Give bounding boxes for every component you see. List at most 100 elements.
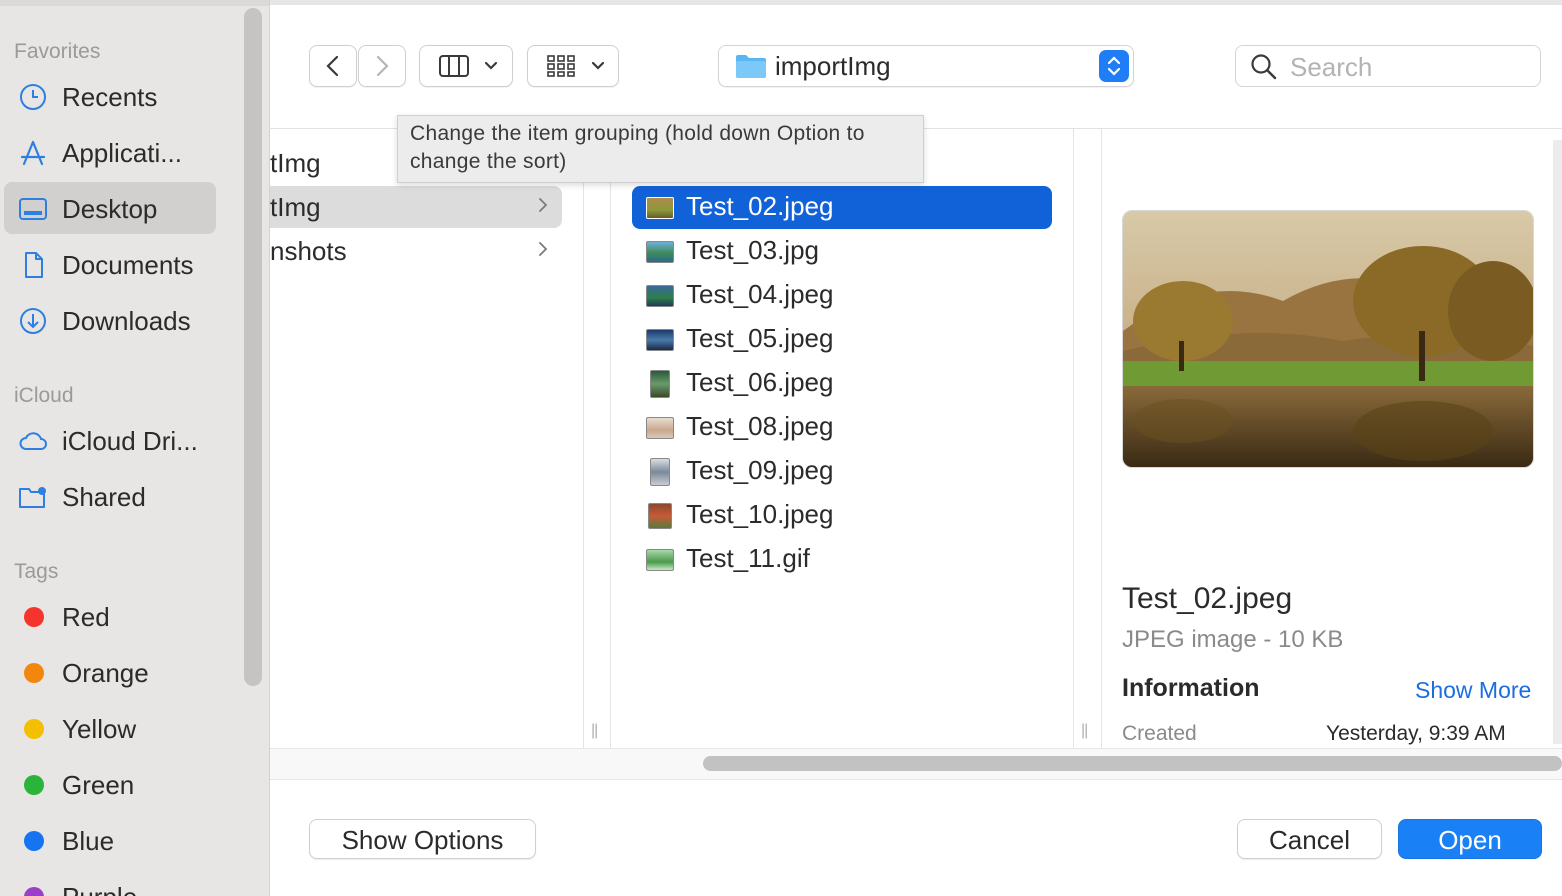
tag-dot-icon: [24, 887, 44, 896]
folder-icon: [736, 55, 766, 78]
desktop-icon: [19, 198, 47, 220]
column-divider: [583, 129, 584, 749]
tooltip-line: Change the item grouping (hold down Opti…: [410, 122, 865, 145]
file-row[interactable]: Test_04.jpeg: [632, 274, 1052, 317]
column-item-label: tImg: [270, 148, 321, 178]
column-divider: [610, 129, 611, 749]
file-row[interactable]: Test_08.jpeg: [632, 406, 1052, 449]
sidebar-tag-purple[interactable]: Purple: [4, 870, 216, 896]
group-button-tooltip: Change the item grouping (hold down Opti…: [397, 115, 924, 183]
column-resize-handle[interactable]: ||: [591, 722, 598, 740]
file-row[interactable]: Test_02.jpeg: [632, 186, 1052, 229]
sidebar-item-label: Applicati...: [62, 138, 182, 168]
file-name: Test_03.jpg: [686, 235, 819, 265]
column-item-label: tImg: [270, 192, 321, 222]
sidebar-item-label: Desktop: [62, 194, 158, 224]
file-row[interactable]: Test_03.jpg: [632, 230, 1052, 273]
column-item-label: nshots: [270, 236, 347, 266]
file-row[interactable]: Test_05.jpeg: [632, 318, 1052, 361]
image-thumbnail-icon: [646, 241, 674, 263]
image-preview: [1122, 210, 1534, 468]
tag-dot-icon: [24, 607, 44, 627]
show-options-button[interactable]: Show Options: [309, 819, 536, 859]
favorites-heading: Favorites: [14, 40, 101, 63]
forward-button[interactable]: [358, 45, 406, 87]
column-divider: [1073, 129, 1074, 749]
sidebar-item-desktop[interactable]: Desktop: [4, 182, 216, 234]
sidebar-item-label: Red: [62, 602, 110, 632]
search-placeholder: Search: [1290, 52, 1373, 82]
sidebar-top-strip: [0, 0, 269, 6]
icloud-heading: iCloud: [14, 384, 74, 407]
file-row[interactable]: Test_09.jpeg: [632, 450, 1052, 493]
sidebar: Favorites Recents Applicati... Desktop D…: [0, 0, 270, 896]
tag-dot-icon: [24, 831, 44, 851]
cancel-button[interactable]: Cancel: [1237, 819, 1382, 859]
chevron-right-icon: [376, 55, 389, 77]
tooltip-line: change the sort): [410, 150, 567, 173]
sidebar-item-applications[interactable]: Applicati...: [4, 126, 216, 178]
file-name: Test_06.jpeg: [686, 367, 834, 397]
location-popup[interactable]: importImg: [718, 45, 1134, 87]
column-item[interactable]: tImg: [270, 186, 562, 228]
image-thumbnail-icon: [646, 549, 674, 571]
sidebar-item-label: Blue: [62, 826, 115, 856]
file-row[interactable]: Test_06.jpeg: [632, 362, 1052, 405]
sidebar-tag-yellow[interactable]: Yellow: [4, 702, 216, 754]
search-field[interactable]: Search: [1235, 45, 1541, 87]
sidebar-item-label: Yellow: [62, 714, 137, 744]
image-thumbnail-icon: [646, 285, 674, 307]
preview-file-name: Test_02.jpeg: [1122, 582, 1293, 615]
sidebar-item-shared[interactable]: Shared: [4, 470, 216, 522]
file-row[interactable]: Test_10.jpeg: [632, 494, 1052, 537]
sidebar-item-documents[interactable]: Documents: [4, 238, 216, 290]
file-name: Test_02.jpeg: [686, 191, 834, 221]
file-name: Test_09.jpeg: [686, 455, 834, 485]
file-name: Test_05.jpeg: [686, 323, 834, 353]
chevron-down-icon: [484, 61, 498, 70]
file-row[interactable]: Test_11.gif: [632, 538, 1052, 581]
sidebar-item-label: Green: [62, 770, 135, 800]
sidebar-item-downloads[interactable]: Downloads: [4, 294, 216, 346]
image-thumbnail-icon: [646, 197, 674, 219]
group-button[interactable]: [527, 45, 619, 87]
up-down-chevron-icon: [1107, 56, 1121, 76]
document-icon: [25, 252, 43, 278]
sidebar-scrollbar[interactable]: [244, 8, 262, 686]
created-label: Created: [1122, 722, 1197, 745]
horizontal-scroll-thumb[interactable]: [703, 756, 1562, 771]
chevron-left-icon: [326, 55, 339, 77]
image-thumbnail-icon: [646, 417, 674, 439]
image-thumbnail-icon: [650, 370, 670, 398]
column-divider: [1101, 129, 1102, 749]
popup-stepper: [1099, 50, 1129, 82]
sidebar-tag-orange[interactable]: Orange: [4, 646, 216, 698]
view-mode-button[interactable]: [419, 45, 513, 87]
sidebar-item-label: Shared: [62, 482, 146, 512]
sidebar-item-label: iCloud Dri...: [62, 426, 198, 456]
preview-scrollbar[interactable]: [1553, 140, 1562, 744]
tag-dot-icon: [24, 775, 44, 795]
sidebar-tag-blue[interactable]: Blue: [4, 814, 216, 866]
sidebar-tag-red[interactable]: Red: [4, 590, 216, 642]
open-button[interactable]: Open: [1398, 819, 1542, 859]
image-thumbnail-icon: [650, 458, 670, 486]
shared-folder-icon: [19, 487, 46, 508]
back-button[interactable]: [309, 45, 357, 87]
sidebar-item-icloud-drive[interactable]: iCloud Dri...: [4, 414, 216, 466]
location-label: importImg: [775, 51, 891, 81]
sidebar-item-label: Documents: [62, 250, 194, 280]
chevron-down-icon: [591, 61, 605, 70]
column-resize-handle[interactable]: ||: [1081, 722, 1088, 740]
sidebar-item-label: Purple: [62, 882, 137, 896]
tag-dot-icon: [24, 719, 44, 739]
sidebar-item-label: Downloads: [62, 306, 191, 336]
cloud-icon: [19, 432, 47, 450]
grid-group-icon: [547, 55, 575, 77]
file-name: Test_04.jpeg: [686, 279, 834, 309]
column-item[interactable]: nshots: [270, 230, 562, 272]
sidebar-item-recents[interactable]: Recents: [4, 70, 216, 122]
tag-dot-icon: [24, 663, 44, 683]
show-more-link[interactable]: Show More: [1415, 677, 1531, 704]
sidebar-tag-green[interactable]: Green: [4, 758, 216, 810]
